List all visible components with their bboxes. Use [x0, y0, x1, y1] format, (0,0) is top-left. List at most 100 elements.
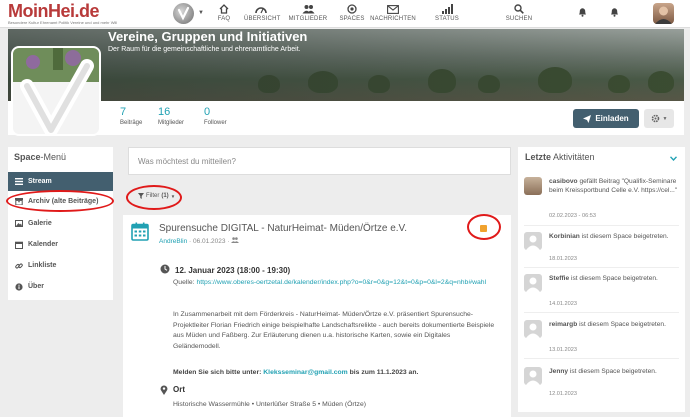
activity-avatar[interactable] — [524, 232, 542, 250]
activity-text: Korbinian ist diesem Space beigetreten. — [549, 233, 669, 240]
menu-item-ueber[interactable]: Über — [8, 277, 113, 296]
menu-item-linkliste[interactable]: Linkliste — [8, 256, 113, 275]
stat-followers-label: Follower — [204, 120, 227, 126]
post-composer-input[interactable]: Was möchtest du mitteilen? — [128, 147, 511, 175]
signal-icon — [433, 3, 461, 15]
chevron-down-icon[interactable] — [669, 154, 678, 163]
space-settings-button[interactable]: ▼ — [644, 109, 674, 128]
highlight-ring-archiv — [6, 190, 114, 212]
nav-mitglieder[interactable]: MITGLIEDER — [288, 3, 328, 25]
event-source: Quelle: https://www.oberes-oertzetal.de/… — [173, 278, 498, 289]
space-subtitle: Der Raum für die gemeinschaftliche und e… — [108, 46, 301, 53]
event-date: 12. Januar 2023 (18:00 - 19:30) — [175, 266, 291, 275]
dot-circle-icon — [339, 3, 365, 15]
activity-text: reimargb ist diesem Space beigetreten. — [549, 321, 666, 328]
nav-spaces[interactable]: SPACES — [339, 3, 365, 25]
nav-faq-label: FAQ — [217, 16, 231, 22]
activity-text: casibovo gefällt Beitrag "Qualifix-Semin… — [549, 178, 678, 194]
menu-item-stream[interactable]: Stream — [8, 172, 113, 191]
space-profile-image — [11, 46, 101, 136]
user-avatar[interactable] — [653, 3, 674, 24]
registration-email-link[interactable]: Kleksseminar@gmail.com — [263, 369, 347, 376]
logo-subtitle: Besondere Kultur Ehrenamt Politik Verein… — [8, 20, 118, 25]
nav-suchen-label: SUCHEN — [505, 16, 533, 22]
highlight-ring-filter — [126, 185, 182, 210]
stream-entry-event: Spurensuche DIGITAL - NaturHeimat- Müden… — [123, 215, 511, 417]
envelope-icon — [364, 3, 422, 15]
nav-nachrichten[interactable]: NACHRICHTEN — [364, 3, 422, 25]
menu-item-galerie-label: Galerie — [28, 220, 52, 227]
space-menu-title: Space-Menü — [14, 152, 67, 162]
site-logo[interactable]: MoinHei.de Besondere Kultur Ehrenamt Pol… — [8, 2, 148, 25]
activity-text: Steffie ist diesem Space beigetreten. — [549, 275, 658, 282]
activity-date: 18.01.2023 — [549, 256, 577, 262]
calendar-icon — [15, 241, 23, 249]
nav-nachrichten-label: NACHRICHTEN — [370, 16, 416, 22]
event-source-link[interactable]: https://www.oberes-oertzetal.de/kalender… — [196, 279, 486, 286]
stat-members[interactable]: 16 Mitglieder — [158, 106, 184, 126]
menu-item-ueber-label: Über — [28, 283, 44, 290]
image-icon — [15, 220, 23, 227]
menu-item-galerie[interactable]: Galerie — [8, 214, 113, 233]
alerts-icon[interactable] — [610, 7, 619, 19]
logo-title: MoinHei.de — [8, 1, 100, 21]
event-location: Historische Wassermühle • Unterlüßer Str… — [173, 401, 366, 408]
registration-suffix: bis zum 11.1.2023 an. — [349, 369, 419, 376]
post-meta: AndreBlin · 06.01.2023 · — [159, 237, 240, 245]
space-menu: Space-Menü Stream Archiv (alte Beiträge)… — [8, 147, 113, 300]
stat-posts-label: Beiträge — [120, 120, 143, 126]
nav-uebersicht[interactable]: ÜBERSICHT — [244, 3, 281, 25]
bars-icon — [15, 178, 23, 185]
event-location-title: Ort — [173, 385, 185, 394]
activity-avatar[interactable] — [524, 320, 542, 338]
home-icon — [214, 3, 234, 15]
activity-text: Jenny ist diesem Space beigetreten. — [549, 368, 657, 375]
stat-followers[interactable]: 0 Follower — [204, 106, 227, 126]
menu-item-kalender[interactable]: Kalender — [8, 235, 113, 254]
map-marker-icon — [160, 385, 168, 397]
composer-placeholder: Was möchtest du mitteilen? — [138, 157, 236, 166]
calendar-event-icon — [131, 222, 149, 243]
chevron-down-icon: ▼ — [662, 115, 668, 122]
activity-avatar[interactable] — [524, 367, 542, 385]
top-navigation-bar: MoinHei.de Besondere Kultur Ehrenamt Pol… — [0, 0, 690, 28]
event-source-label: Quelle: — [173, 279, 195, 286]
link-icon — [15, 263, 23, 268]
clock-icon — [160, 264, 170, 276]
stat-posts[interactable]: 7 Beiträge — [120, 106, 142, 126]
post-date: · 06.01.2023 · — [189, 238, 230, 245]
nav-status[interactable]: STATUS — [433, 3, 461, 25]
stat-members-count: 16 — [158, 106, 171, 118]
notifications-bell-icon[interactable] — [578, 7, 587, 19]
nav-faq[interactable]: FAQ — [214, 3, 234, 25]
highlight-ring-status — [467, 214, 501, 240]
users-icon — [231, 237, 240, 243]
menu-item-kalender-label: Kalender — [28, 241, 58, 248]
space-chooser-avatar[interactable] — [173, 3, 194, 24]
activity-date: 02.02.2023 - 06:53 — [549, 213, 596, 219]
menu-item-stream-label: Stream — [28, 178, 52, 185]
invite-button[interactable]: Einladen — [573, 109, 639, 128]
latest-activities-panel: Letzte Aktivitäten casibovo gefällt Beit… — [518, 147, 685, 412]
activity-date: 14.01.2023 — [549, 301, 577, 307]
stat-posts-count: 7 — [120, 106, 127, 118]
users-icon — [288, 3, 328, 15]
space-title: Vereine, Gruppen und Initiativen — [108, 29, 308, 44]
menu-item-linkliste-label: Linkliste — [28, 262, 57, 269]
search-icon — [504, 3, 534, 15]
nav-suchen[interactable]: SUCHEN — [504, 3, 534, 25]
nav-uebersicht-label: ÜBERSICHT — [244, 16, 281, 22]
activity-avatar[interactable] — [524, 274, 542, 292]
post-title[interactable]: Spurensuche DIGITAL - NaturHeimat- Müden… — [159, 223, 407, 234]
post-author-link[interactable]: AndreBlin — [159, 238, 187, 245]
tachometer-icon — [244, 3, 278, 15]
space-chooser-caret-icon[interactable]: ▼ — [198, 10, 204, 16]
gear-icon — [651, 114, 659, 123]
nav-spaces-label: SPACES — [339, 16, 365, 22]
activities-title: Letzte Aktivitäten — [525, 152, 595, 162]
activity-avatar[interactable] — [524, 177, 542, 195]
invite-button-label: Einladen — [595, 114, 629, 123]
nav-mitglieder-label: MITGLIEDER — [288, 16, 328, 22]
paper-plane-icon — [583, 114, 592, 123]
nav-status-label: STATUS — [435, 16, 459, 22]
